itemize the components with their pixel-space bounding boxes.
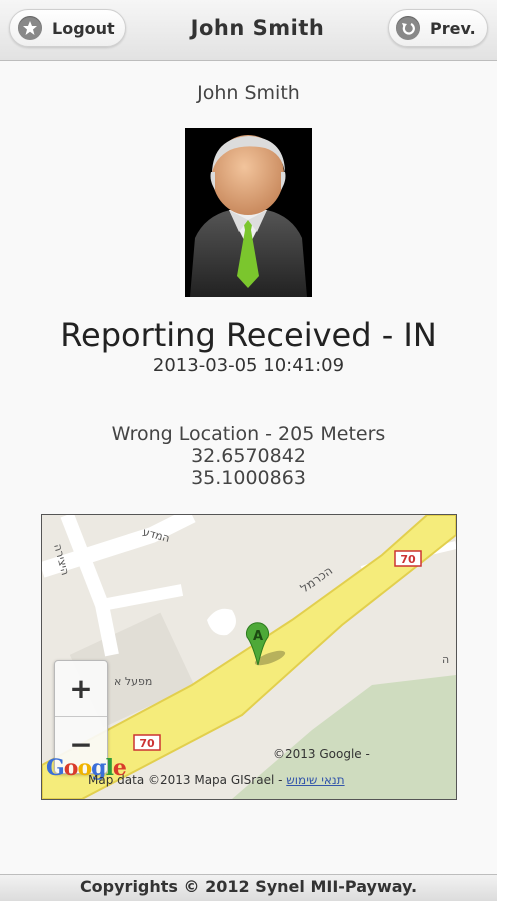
- map-marker-label: A: [253, 629, 263, 644]
- logout-label: Logout: [52, 18, 115, 38]
- longitude: 35.1000863: [191, 467, 306, 489]
- screen-edge: [497, 0, 510, 900]
- prev-label: Prev.: [430, 18, 476, 38]
- map-attribution: Map data ©2013 Mapa GISrael - תנאי שימוש: [88, 773, 345, 787]
- street-label-mifal: מפעל א: [114, 675, 152, 688]
- app-page: Logout John Smith Prev. John Smith Repor…: [0, 0, 497, 901]
- street-label-he: ה: [442, 653, 449, 666]
- map-terms-link[interactable]: תנאי שימוש: [286, 773, 344, 787]
- map-copyright: ©2013 Google -: [273, 747, 370, 761]
- map-data-text: Map data ©2013 Mapa GISrael -: [88, 773, 283, 787]
- star-icon: [18, 16, 42, 40]
- report-status: Reporting Received - IN: [60, 316, 437, 354]
- avatar: [185, 128, 312, 297]
- back-arrow-icon: [396, 16, 420, 40]
- page-title: John Smith: [190, 16, 325, 40]
- location-map[interactable]: 70 70 המדע הכרמל היצירה מפעל א ה A + − ©…: [41, 514, 457, 800]
- report-timestamp: 2013-03-05 10:41:09: [152, 355, 345, 376]
- route-badge-2: 70: [139, 737, 155, 750]
- top-bar: Logout John Smith Prev.: [0, 0, 497, 61]
- route-badge-1: 70: [400, 553, 416, 566]
- prev-button[interactable]: Prev.: [388, 9, 488, 47]
- employee-name: John Smith: [197, 82, 300, 104]
- footer: Copyrights © 2012 Synel MII-Payway.: [0, 874, 497, 901]
- logout-button[interactable]: Logout: [9, 9, 126, 47]
- location-warning: Wrong Location - 205 Meters: [111, 423, 386, 445]
- latitude: 32.6570842: [191, 445, 306, 467]
- zoom-in-button[interactable]: +: [55, 661, 107, 717]
